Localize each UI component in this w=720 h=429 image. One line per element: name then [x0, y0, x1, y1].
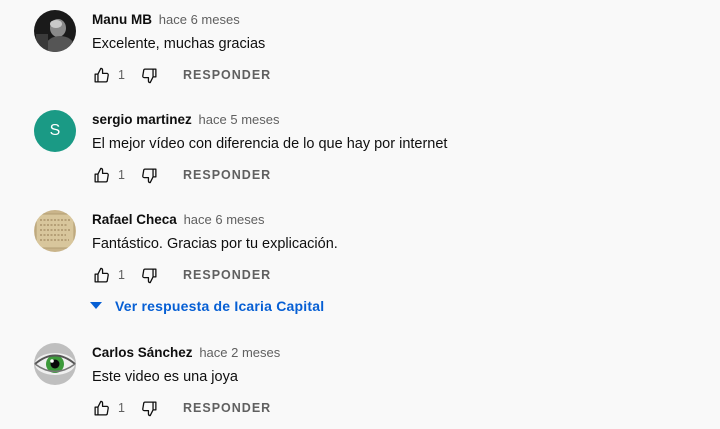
- comment-text: Excelente, muchas gracias: [92, 36, 266, 52]
- like-count: 1: [118, 401, 125, 415]
- comment-text: Este video es una joya: [92, 369, 238, 385]
- comment-header: Rafael Checa hace 6 meses: [92, 211, 265, 229]
- avatar[interactable]: [34, 343, 76, 385]
- reply-button[interactable]: RESPONDER: [183, 401, 271, 415]
- timestamp[interactable]: hace 6 meses: [159, 12, 240, 27]
- author-name[interactable]: sergio martinez: [92, 112, 192, 127]
- thumb-up-icon[interactable]: [92, 399, 110, 417]
- comment-actions: 1 RESPONDER: [92, 398, 271, 418]
- like-count: 1: [118, 68, 125, 82]
- thumb-down-icon[interactable]: [140, 66, 158, 84]
- comment-text: El mejor vídeo con diferencia de lo que …: [92, 136, 448, 152]
- reply-button[interactable]: RESPONDER: [183, 268, 271, 282]
- view-replies-label: Ver respuesta de Icaria Capital: [115, 298, 325, 314]
- avatar[interactable]: [34, 210, 76, 252]
- timestamp[interactable]: hace 6 meses: [184, 212, 265, 227]
- timestamp[interactable]: hace 5 meses: [199, 112, 280, 127]
- view-replies-button[interactable]: Ver respuesta de Icaria Capital: [90, 297, 324, 315]
- comment-actions: 1 RESPONDER: [92, 165, 271, 185]
- thumb-down-icon[interactable]: [140, 166, 158, 184]
- comment-text: Fantástico. Gracias por tu explicación.: [92, 236, 338, 252]
- comment-actions: 1 RESPONDER: [92, 265, 271, 285]
- thumb-down-icon[interactable]: [140, 399, 158, 417]
- thumb-up-icon[interactable]: [92, 166, 110, 184]
- avatar[interactable]: S: [34, 110, 76, 152]
- avatar-letter: S: [49, 122, 61, 139]
- comment-header: Carlos Sánchez hace 2 meses: [92, 344, 280, 362]
- comment-header: Manu MB hace 6 meses: [92, 11, 240, 29]
- author-name[interactable]: Carlos Sánchez: [92, 345, 193, 360]
- thumb-up-icon[interactable]: [92, 266, 110, 284]
- author-name[interactable]: Rafael Checa: [92, 212, 177, 227]
- reply-button[interactable]: RESPONDER: [183, 168, 271, 182]
- thumb-up-icon[interactable]: [92, 66, 110, 84]
- reply-button[interactable]: RESPONDER: [183, 68, 271, 82]
- avatar[interactable]: [34, 10, 76, 52]
- comment-header: sergio martinez hace 5 meses: [92, 111, 279, 129]
- comment-actions: 1 RESPONDER: [92, 65, 271, 85]
- author-name[interactable]: Manu MB: [92, 12, 152, 27]
- like-count: 1: [118, 168, 125, 182]
- timestamp[interactable]: hace 2 meses: [199, 345, 280, 360]
- caret-down-icon: [90, 297, 102, 315]
- like-count: 1: [118, 268, 125, 282]
- thumb-down-icon[interactable]: [140, 266, 158, 284]
